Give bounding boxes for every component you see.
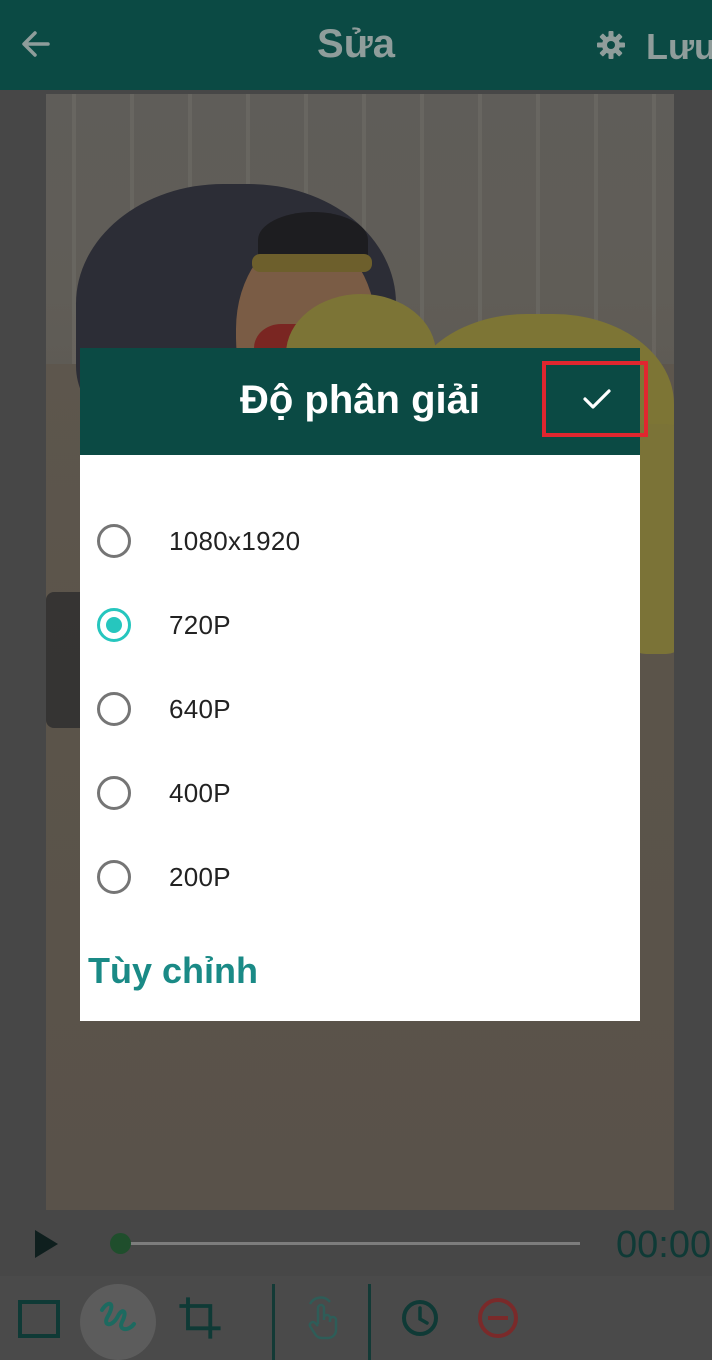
crop-icon[interactable]: [176, 1294, 224, 1342]
remove-icon[interactable]: [474, 1294, 522, 1342]
gear-icon[interactable]: [596, 30, 626, 60]
time-display: 00:00: [616, 1224, 712, 1266]
dialog-header: Độ phân giải: [80, 348, 648, 455]
option-label: 400P: [169, 778, 231, 808]
radio-button[interactable]: [97, 524, 131, 558]
toolbar-divider: [272, 1284, 275, 1360]
option-label: 640P: [169, 694, 231, 724]
seek-thumb[interactable]: [110, 1233, 131, 1254]
rectangle-icon[interactable]: [16, 1294, 64, 1342]
app-bar: Sửa Lưu: [0, 0, 712, 90]
play-icon[interactable]: [32, 1228, 60, 1260]
custom-resolution-link[interactable]: Tùy chỉnh: [88, 950, 258, 992]
resolution-option[interactable]: 200P: [80, 835, 640, 919]
resolution-dialog: Độ phân giải 1080x1920 720P 640P 400P 20…: [80, 348, 648, 1021]
resolution-option[interactable]: 640P: [80, 667, 640, 751]
resolution-option[interactable]: 400P: [80, 751, 640, 835]
resolution-option[interactable]: 1080x1920: [80, 499, 640, 583]
touch-icon[interactable]: [298, 1294, 346, 1342]
confirm-button[interactable]: [542, 361, 648, 437]
toolbar-divider: [368, 1284, 371, 1360]
draw-icon[interactable]: [94, 1294, 142, 1342]
checkmark-icon: [583, 389, 611, 409]
resolution-option[interactable]: 720P: [80, 583, 640, 667]
radio-button[interactable]: [97, 692, 131, 726]
radio-button-selected[interactable]: [97, 608, 131, 642]
save-button[interactable]: Lưu: [646, 26, 712, 68]
option-label: 720P: [169, 610, 231, 640]
radio-button[interactable]: [97, 776, 131, 810]
option-label: 1080x1920: [169, 526, 301, 556]
option-label: 200P: [169, 862, 231, 892]
radio-button[interactable]: [97, 860, 131, 894]
clock-icon[interactable]: [396, 1294, 444, 1342]
seek-bar[interactable]: [120, 1242, 580, 1245]
